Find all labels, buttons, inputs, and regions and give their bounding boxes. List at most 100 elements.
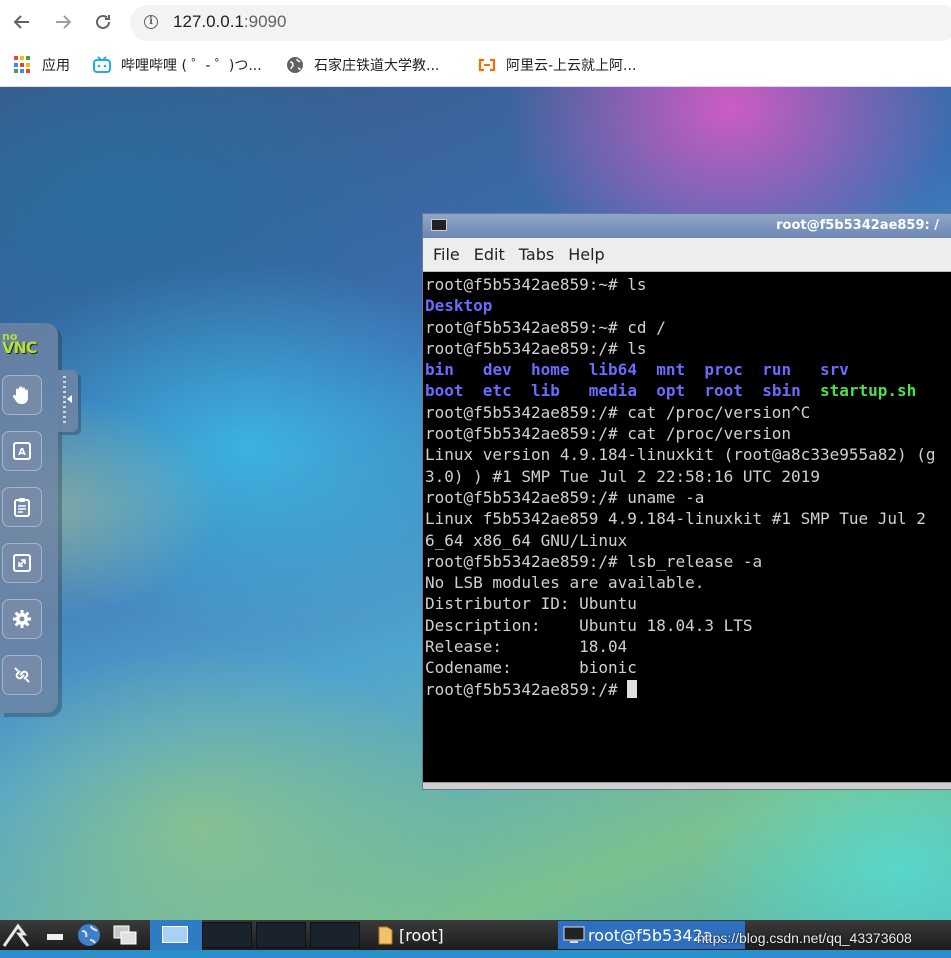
windows-icon bbox=[113, 925, 137, 945]
keyboard-button[interactable]: A bbox=[2, 431, 42, 471]
arrow-right-icon bbox=[56, 15, 72, 29]
terminal-line: root@f5b5342ae859:/# uname -a bbox=[425, 487, 705, 507]
start-menu-button[interactable] bbox=[2, 920, 38, 950]
terminal-prompt-line[interactable]: root@f5b5342ae859:/# bbox=[425, 679, 936, 700]
novnc-control-bar: no VNC A bbox=[0, 323, 58, 713]
menu-edit[interactable]: Edit bbox=[474, 245, 505, 264]
terminal-line: root@f5b5342ae859:~# ls bbox=[425, 275, 647, 294]
bookmark-label: 哔哩哔哩 ( ゜- ゜)つ... bbox=[121, 58, 262, 74]
dir-entry: media bbox=[588, 381, 637, 401]
vnc-desktop[interactable]: no VNC A root@f5b5342ae859: / File Edit … bbox=[0, 87, 951, 920]
fullscreen-icon bbox=[13, 554, 31, 572]
terminal-output[interactable]: root@f5b5342ae859:~# ls Desktop root@f5b53… bbox=[423, 272, 951, 785]
disconnect-icon bbox=[14, 667, 30, 683]
terminal-line: root@f5b5342ae859:/# cat /proc/version^C bbox=[425, 402, 811, 422]
workspace-3[interactable] bbox=[256, 922, 306, 948]
settings-gear-icon bbox=[13, 610, 31, 628]
lxde-logo-icon bbox=[2, 923, 30, 947]
terminal-line: Linux f5b5342ae859 4.9.184-linuxkit #1 S… bbox=[425, 509, 926, 529]
browser-launcher[interactable] bbox=[76, 920, 102, 950]
workspace-1[interactable] bbox=[150, 920, 202, 950]
dir-entry: lib64 bbox=[588, 360, 637, 380]
collapse-arrow-icon bbox=[67, 395, 72, 403]
dir-entry: sbin bbox=[762, 381, 801, 401]
menu-file[interactable]: File bbox=[433, 245, 460, 264]
terminal-statusbar bbox=[423, 782, 951, 789]
menu-help[interactable]: Help bbox=[568, 245, 604, 264]
terminal-line: Desktop bbox=[425, 296, 493, 316]
exec-entry: startup.sh bbox=[819, 381, 917, 401]
bookmark-bilibili[interactable]: 哔哩哔哩 ( ゜- ゜)つ... bbox=[93, 54, 262, 76]
dir-entry: proc bbox=[704, 360, 743, 380]
reload-icon bbox=[96, 14, 110, 29]
terminal-line: Codename: bionic bbox=[425, 658, 637, 678]
dir-entry: boot bbox=[425, 381, 464, 401]
novnc-logo: no VNC bbox=[2, 330, 38, 357]
apps-grid-icon bbox=[14, 56, 32, 74]
terminal-line: root@f5b5342ae859:/# lsb_release -a bbox=[425, 551, 763, 571]
terminal-line: Release: 18.04 bbox=[425, 637, 628, 657]
terminal-menubar: File Edit Tabs Help bbox=[423, 238, 951, 272]
dir-entry: opt bbox=[656, 381, 686, 401]
terminal-icon bbox=[431, 219, 447, 231]
terminal-line: Distributor ID: Ubuntu bbox=[425, 594, 637, 614]
terminal-line-ls-row2: boot etc lib media opt root sbin startup… bbox=[425, 380, 936, 401]
terminal-title: root@f5b5342ae859: / bbox=[776, 218, 939, 233]
terminal-prompt: root@f5b5342ae859:/# bbox=[425, 679, 628, 699]
terminal-lines: root@f5b5342ae859:~# ls Desktop root@f5b53… bbox=[425, 274, 936, 700]
bookmark-aliyun[interactable]: 阿里云-上云就上阿... bbox=[478, 54, 636, 76]
grip-icon bbox=[63, 376, 66, 426]
address-bar[interactable]: i 127.0.0.1:9090 bbox=[130, 5, 951, 41]
terminal-window[interactable]: root@f5b5342ae859: / File Edit Tabs Help… bbox=[422, 213, 951, 790]
minimize-all-button[interactable] bbox=[44, 920, 66, 950]
back-button[interactable] bbox=[8, 8, 36, 36]
reload-button[interactable] bbox=[89, 8, 117, 36]
dir-entry: run bbox=[762, 360, 792, 380]
dir-entry: srv bbox=[820, 360, 849, 380]
browser-toolbar: i 127.0.0.1:9090 应用 哔哩哔哩 ( ゜- ゜)つ... 石家庄… bbox=[0, 0, 951, 87]
menu-tabs[interactable]: Tabs bbox=[519, 245, 554, 264]
clipboard-button[interactable] bbox=[2, 487, 42, 527]
dir-entry: bin bbox=[425, 360, 454, 380]
novnc-bar-handle[interactable] bbox=[58, 370, 78, 432]
globe-icon bbox=[287, 57, 303, 73]
bookmark-label: 阿里云-上云就上阿... bbox=[506, 58, 637, 74]
site-info-icon[interactable]: i bbox=[144, 15, 158, 29]
bookmark-stdu[interactable]: 石家庄铁道大学教... bbox=[286, 54, 439, 76]
terminal-titlebar[interactable]: root@f5b5342ae859: / bbox=[423, 214, 951, 238]
task-label: [root] bbox=[399, 925, 444, 945]
url-text[interactable]: 127.0.0.1:9090 bbox=[173, 12, 286, 32]
taskbar-bottom-strip bbox=[0, 950, 951, 958]
bookmark-apps[interactable]: 应用 bbox=[14, 54, 70, 76]
bookmarks-bar: 应用 哔哩哔哩 ( ゜- ゜)つ... 石家庄铁道大学教... 阿里云-上云就上… bbox=[0, 48, 951, 82]
aliyun-icon bbox=[478, 58, 496, 72]
globe-icon bbox=[78, 924, 100, 946]
terminal-cursor bbox=[627, 679, 638, 698]
workspace-2[interactable] bbox=[202, 922, 252, 948]
dir-entry: dev bbox=[482, 360, 512, 380]
csdn-watermark: https://blog.csdn.net/qq_43373608 bbox=[697, 930, 912, 946]
dir-entry: home bbox=[530, 360, 570, 380]
terminal-line: Description: Ubuntu 18.04.3 LTS bbox=[425, 615, 753, 635]
window-switcher[interactable] bbox=[112, 920, 138, 950]
task-file-manager[interactable]: [root] bbox=[376, 921, 556, 949]
forward-button[interactable] bbox=[49, 8, 77, 36]
terminal-icon bbox=[563, 926, 585, 943]
drag-hand-icon bbox=[12, 386, 28, 404]
fullscreen-button[interactable] bbox=[2, 543, 42, 583]
bilibili-icon bbox=[93, 56, 111, 73]
workspace-4[interactable] bbox=[310, 922, 360, 948]
disconnect-button[interactable] bbox=[2, 655, 42, 695]
terminal-line: No LSB modules are available. bbox=[425, 573, 705, 593]
drag-viewport-button[interactable] bbox=[2, 375, 42, 415]
terminal-line: root@f5b5342ae859:~# cd / bbox=[425, 317, 666, 337]
folder-icon bbox=[378, 926, 393, 945]
svg-text:A: A bbox=[18, 447, 26, 458]
arrow-left-icon bbox=[13, 15, 29, 29]
terminal-line: Linux version 4.9.184-linuxkit (root@a8c… bbox=[425, 445, 936, 465]
clipboard-icon bbox=[14, 498, 30, 517]
settings-button[interactable] bbox=[2, 599, 42, 639]
bookmark-label: 石家庄铁道大学教... bbox=[314, 58, 440, 74]
terminal-line: root@f5b5342ae859:/# cat /proc/version bbox=[425, 424, 792, 444]
terminal-line: root@f5b5342ae859:/# ls bbox=[425, 338, 647, 358]
